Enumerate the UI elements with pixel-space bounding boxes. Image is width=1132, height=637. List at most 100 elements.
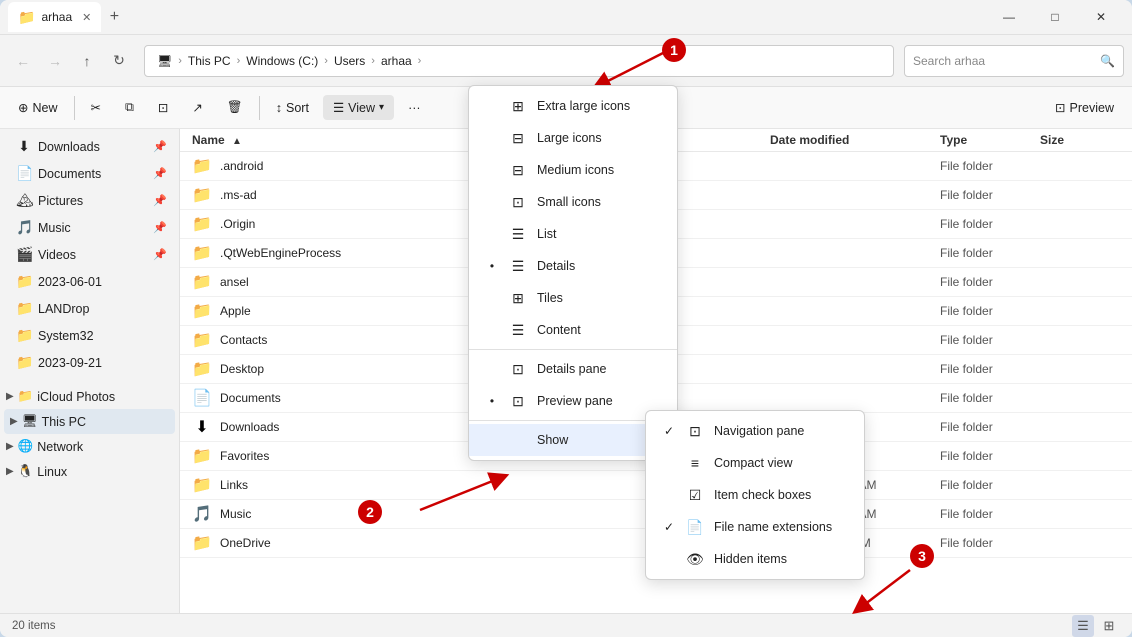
sort-button[interactable]: ↕ Sort	[266, 96, 319, 120]
list-icon: ☰	[509, 225, 527, 243]
sidebar: ⬇ Downloads 📌 📄 Documents 📌 🏔 Pictures 📌…	[0, 129, 180, 613]
file-type: File folder	[940, 246, 1040, 260]
menu-item-details[interactable]: • ☰ Details	[469, 250, 677, 282]
pin-icon4: 📌	[153, 221, 167, 234]
tab-close-button[interactable]: ✕	[82, 11, 91, 24]
folder-icon3: 📁	[16, 327, 32, 344]
up-button[interactable]: ↑	[72, 46, 102, 76]
expand-icon4: ▶	[6, 466, 14, 477]
menu-item-small[interactable]: ⊡ Small icons	[469, 186, 677, 218]
back-button[interactable]: ←	[8, 46, 38, 76]
copy-button[interactable]: ⧉	[115, 95, 144, 120]
menu-item-extra-large[interactable]: ⊞ Extra large icons	[469, 90, 677, 122]
close-button[interactable]: ✕	[1078, 0, 1124, 35]
breadcrumb-users[interactable]: Users	[330, 52, 369, 70]
pin-icon3: 📌	[153, 194, 167, 207]
cut-button[interactable]: ✂	[81, 95, 111, 120]
badge-2: 2	[358, 500, 382, 524]
breadcrumb[interactable]: 🖥 › This PC › Windows (C:) › Users › arh…	[144, 45, 894, 77]
file-icon: 📁	[192, 533, 212, 553]
menu-item-medium[interactable]: ⊟ Medium icons	[469, 154, 677, 186]
refresh-button[interactable]: ↻	[104, 46, 134, 76]
medium-label: Medium icons	[537, 163, 614, 177]
preview-button[interactable]: ⊡ Preview	[1045, 95, 1124, 120]
menu-item-tiles[interactable]: ⊞ Tiles	[469, 282, 677, 314]
delete-button[interactable]: 🗑	[217, 95, 253, 120]
menu-item-hidden[interactable]: 👁 Hidden items	[646, 543, 864, 575]
maximize-button[interactable]: □	[1032, 0, 1078, 35]
tab-arhaa[interactable]: 📁 arhaa ✕	[8, 2, 101, 32]
paste-button[interactable]: ⊡	[148, 95, 178, 120]
breadcrumb-windowsc[interactable]: Windows (C:)	[242, 52, 322, 70]
sidebar-item-documents[interactable]: 📄 Documents 📌	[4, 160, 175, 187]
status-bar: 20 items ☰ ⊞	[0, 613, 1132, 637]
list-view-button[interactable]: ☰	[1072, 615, 1094, 637]
file-type: File folder	[940, 507, 1040, 521]
menu-item-large[interactable]: ⊟ Large icons	[469, 122, 677, 154]
minimize-button[interactable]: —	[986, 0, 1032, 35]
sidebar-section-linux[interactable]: ▶ 🐧 Linux	[0, 459, 179, 484]
search-box[interactable]: Search arhaa 🔍	[904, 45, 1124, 77]
new-button[interactable]: ⊕ New	[8, 95, 68, 120]
videos-icon: 🎬	[16, 246, 32, 263]
breadcrumb-sep5: ›	[418, 55, 422, 67]
menu-item-list[interactable]: ☰ List	[469, 218, 677, 250]
view-button[interactable]: ☰ View ▾	[323, 95, 394, 120]
large-label: Large icons	[537, 131, 602, 145]
show-submenu: ✓ ⊡ Navigation pane ≡ Compact view ☑ Ite…	[645, 410, 865, 580]
sidebar-item-2023-06-01[interactable]: 📁 2023-06-01	[4, 268, 175, 295]
share-button[interactable]: ↗	[182, 95, 212, 120]
badge-1: 1	[662, 38, 686, 62]
list-label: List	[537, 227, 556, 241]
small-icon: ⊡	[509, 193, 527, 211]
col-size-header: Size	[1040, 133, 1120, 147]
menu-item-compact[interactable]: ≡ Compact view	[646, 447, 864, 479]
sidebar-system32-label: System32	[38, 329, 94, 343]
sidebar-section-network[interactable]: ▶ 🌐 Network	[0, 434, 179, 459]
delete-icon: 🗑	[227, 100, 243, 115]
breadcrumb-sep4: ›	[371, 55, 375, 67]
sidebar-item-2023-09-21[interactable]: 📁 2023-09-21	[4, 349, 175, 376]
menu-item-nav-pane[interactable]: ✓ ⊡ Navigation pane	[646, 415, 864, 447]
more-button[interactable]: ···	[398, 96, 431, 120]
file-icon: 📄	[192, 388, 212, 408]
sidebar-item-music[interactable]: 🎵 Music 📌	[4, 214, 175, 241]
file-type: File folder	[940, 159, 1040, 173]
file-type: File folder	[940, 275, 1040, 289]
file-type: File folder	[940, 449, 1040, 463]
separator2	[259, 96, 260, 120]
sidebar-item-downloads[interactable]: ⬇ Downloads 📌	[4, 133, 175, 160]
sidebar-item-landrop[interactable]: 📁 LANDrop	[4, 295, 175, 322]
breadcrumb-thispc[interactable]: This PC	[184, 52, 235, 70]
check-preview-pane: •	[485, 394, 499, 408]
add-tab-button[interactable]: +	[101, 4, 127, 30]
network-icon: 🌐	[18, 439, 34, 454]
icloud-icon: 📁	[18, 389, 34, 404]
file-icon: 📁	[192, 243, 212, 263]
view-icon: ☰	[333, 100, 344, 115]
preview-label: Preview	[1070, 101, 1114, 115]
nav-pane-icon: ⊡	[686, 422, 704, 440]
sidebar-section-icloud[interactable]: ▶ 📁 iCloud Photos	[0, 384, 179, 409]
file-icon: 📁	[192, 214, 212, 234]
plus-icon: ⊕	[18, 100, 28, 115]
menu-item-item-checkboxes[interactable]: ☑ Item check boxes	[646, 479, 864, 511]
grid-view-button[interactable]: ⊞	[1098, 615, 1120, 637]
pictures-icon: 🏔	[16, 192, 32, 209]
file-extensions-label: File name extensions	[714, 520, 832, 534]
content-icon: ☰	[509, 321, 527, 339]
sidebar-item-pictures[interactable]: 🏔 Pictures 📌	[4, 187, 175, 214]
menu-item-details-pane[interactable]: ⊡ Details pane	[469, 353, 677, 385]
col-type-header: Type	[940, 133, 1040, 147]
expand-icon3: ▶	[6, 441, 14, 452]
sidebar-section-thispc[interactable]: ▶ 🖥 This PC	[4, 409, 175, 434]
menu-item-file-extensions[interactable]: ✓ 📄 File name extensions	[646, 511, 864, 543]
sidebar-thispc-label: This PC	[42, 415, 86, 429]
pin-icon: 📌	[153, 140, 167, 153]
nav-pane-label: Navigation pane	[714, 424, 804, 438]
breadcrumb-arhaa[interactable]: arhaa	[377, 52, 416, 70]
menu-item-content[interactable]: ☰ Content	[469, 314, 677, 346]
sidebar-item-system32[interactable]: 📁 System32	[4, 322, 175, 349]
forward-button[interactable]: →	[40, 46, 70, 76]
sidebar-item-videos[interactable]: 🎬 Videos 📌	[4, 241, 175, 268]
